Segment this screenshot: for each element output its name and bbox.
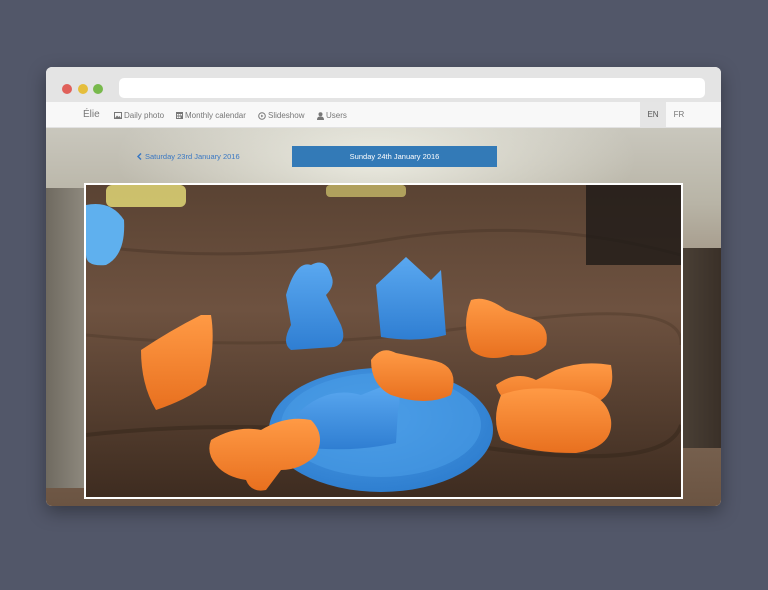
lang-en-button[interactable]: EN <box>640 102 666 127</box>
background-photo-edge-left <box>46 188 86 488</box>
nav-users-label: Users <box>326 111 347 120</box>
browser-window: Élie Daily photo Monthly calendar Slides… <box>46 67 721 506</box>
previous-day-link[interactable]: Saturday 23rd January 2016 <box>137 152 240 161</box>
current-day-button[interactable]: Sunday 24th January 2016 <box>292 146 497 167</box>
daily-photo[interactable] <box>86 185 681 497</box>
site-navbar: Élie Daily photo Monthly calendar Slides… <box>46 102 721 128</box>
nav-daily-photo-label: Daily photo <box>124 111 165 120</box>
maximize-window-button[interactable] <box>93 84 103 94</box>
nav-monthly-calendar-label: Monthly calendar <box>185 111 246 120</box>
background-photo-edge-right <box>681 248 721 448</box>
nav-slideshow[interactable]: Slideshow <box>258 111 304 120</box>
daily-photo-frame <box>84 183 683 499</box>
address-bar[interactable] <box>119 78 705 98</box>
play-circle-icon <box>258 111 266 120</box>
chevron-left-icon <box>137 153 142 160</box>
close-window-button[interactable] <box>62 84 72 94</box>
main-content: Saturday 23rd January 2016 Sunday 24th J… <box>46 128 721 506</box>
nav-daily-photo[interactable]: Daily photo <box>114 111 164 120</box>
user-icon <box>317 111 324 120</box>
image-icon <box>114 112 122 119</box>
calendar-icon <box>176 112 183 119</box>
nav-slideshow-label: Slideshow <box>268 111 305 120</box>
lang-fr-button[interactable]: FR <box>666 102 692 127</box>
browser-titlebar <box>46 67 721 102</box>
minimize-window-button[interactable] <box>78 84 88 94</box>
nav-users[interactable]: Users <box>317 111 347 120</box>
previous-day-label: Saturday 23rd January 2016 <box>145 152 240 161</box>
nav-monthly-calendar[interactable]: Monthly calendar <box>176 111 246 120</box>
brand-link[interactable]: Élie <box>83 109 100 120</box>
